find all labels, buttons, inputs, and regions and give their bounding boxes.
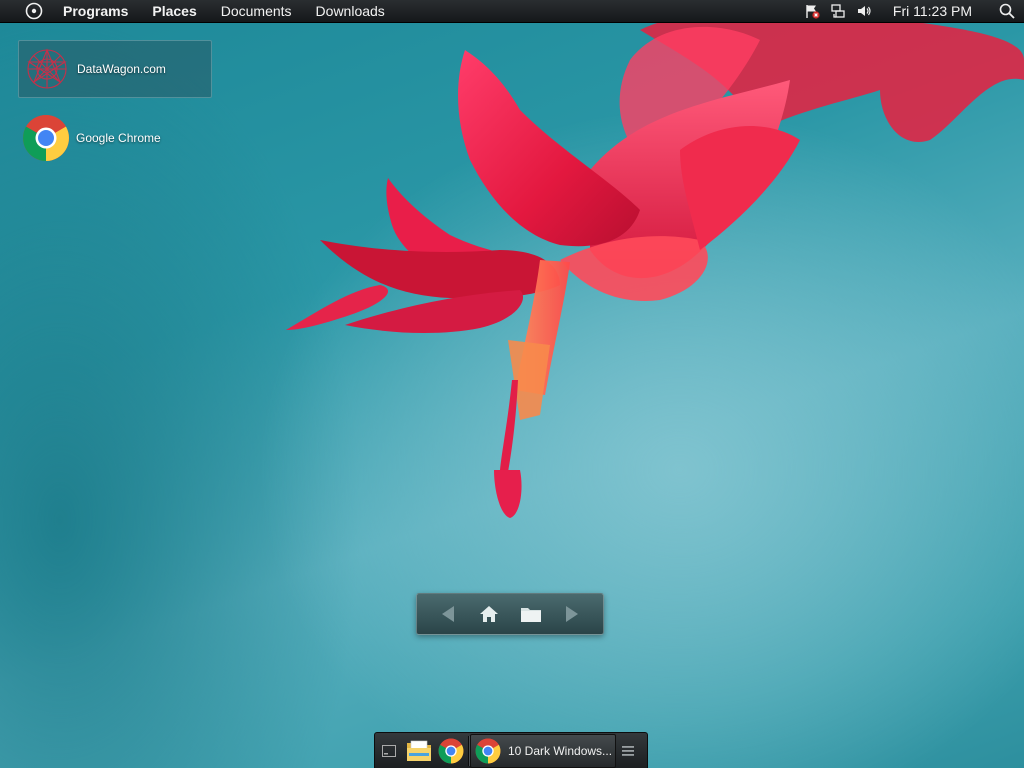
- file-explorer-icon: [407, 740, 431, 761]
- taskbar-menu-button[interactable]: [616, 733, 640, 768]
- home-icon: [480, 606, 499, 622]
- file-explorer-launcher[interactable]: [403, 733, 435, 768]
- desktop-icon-label: Google Chrome: [76, 131, 161, 145]
- desktop-icon-label: DataWagon.com: [77, 62, 166, 76]
- desktop-icon-google-chrome[interactable]: Google Chrome: [18, 109, 212, 167]
- menu-places[interactable]: Places: [140, 0, 208, 23]
- menu-downloads[interactable]: Downloads: [304, 0, 397, 23]
- volume-icon[interactable]: [851, 0, 877, 23]
- chrome-icon: [438, 738, 464, 763]
- folder-icon: [520, 608, 541, 622]
- taskbar: 10 Dark Windows...: [374, 732, 648, 768]
- task-label: 10 Dark Windows...: [508, 743, 613, 758]
- desktop-icon-datawagon[interactable]: DataWagon.com: [18, 40, 212, 98]
- clock[interactable]: Fri 11:23 PM: [877, 0, 990, 23]
- datawagon-icon: [21, 43, 73, 95]
- chrome-icon: [20, 112, 72, 164]
- taskbar-task-chrome[interactable]: 10 Dark Windows...: [470, 733, 616, 768]
- action-center-flag-icon[interactable]: [799, 0, 825, 23]
- top-panel: Programs Places Documents Downloads Fri …: [0, 0, 1024, 23]
- start-menu-button[interactable]: [17, 0, 51, 23]
- network-icon[interactable]: [825, 0, 851, 23]
- search-icon: [999, 3, 1015, 19]
- taskbar-separator: [468, 735, 469, 766]
- folder-button[interactable]: [514, 599, 548, 629]
- show-desktop-button[interactable]: [375, 733, 403, 768]
- back-arrow-icon: [441, 606, 454, 622]
- hamburger-icon: [622, 745, 634, 756]
- chrome-icon: [475, 738, 501, 763]
- back-button[interactable]: [431, 599, 465, 629]
- show-desktop-icon: [382, 744, 396, 757]
- menu-documents[interactable]: Documents: [209, 0, 304, 23]
- start-logo-icon: [25, 2, 43, 20]
- menu-programs[interactable]: Programs: [51, 0, 140, 23]
- forward-arrow-icon: [566, 606, 579, 622]
- navigation-widget: [416, 593, 604, 635]
- forward-button[interactable]: [555, 599, 589, 629]
- chrome-launcher[interactable]: [435, 733, 467, 768]
- system-tray: Fri 11:23 PM: [799, 0, 1024, 23]
- home-button[interactable]: [472, 599, 506, 629]
- search-button[interactable]: [990, 0, 1024, 23]
